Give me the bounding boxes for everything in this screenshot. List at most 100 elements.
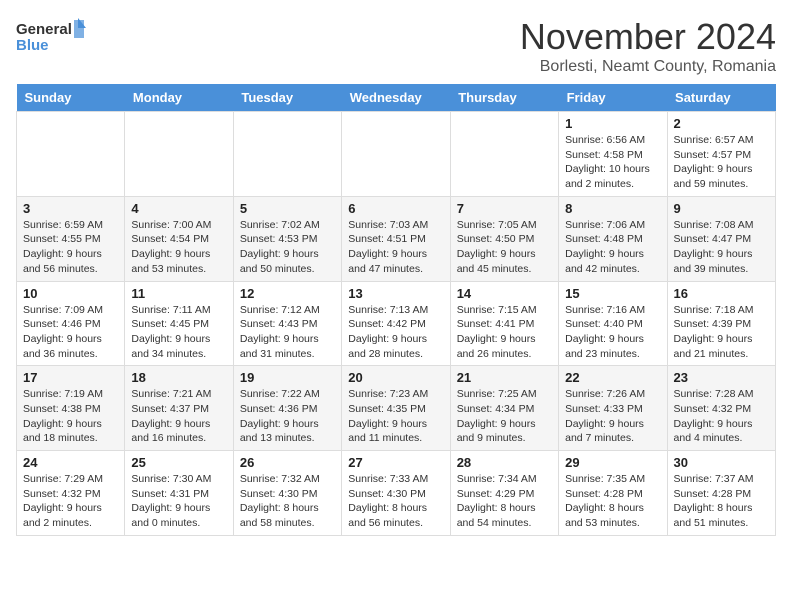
day-cell-25: 25Sunrise: 7:30 AM Sunset: 4:31 PM Dayli… (125, 451, 233, 536)
day-info: Sunrise: 7:26 AM Sunset: 4:33 PM Dayligh… (565, 387, 660, 446)
day-info: Sunrise: 6:59 AM Sunset: 4:55 PM Dayligh… (23, 218, 118, 277)
day-cell-6: 6 Sunrise: 7:03 AM Sunset: 4:51 PM Daylig… (342, 196, 450, 281)
day-cell-28: 28 Sunrise: 7:34 AM Sunset: 4:29 PM Dayli… (450, 451, 558, 536)
day-info: Sunrise: 7:08 AM Sunset: 4:47 PM Dayligh… (674, 218, 769, 277)
day-cell-30: 30 Sunrise: 7:37 AM Sunset: 4:28 PM Dayli… (667, 451, 775, 536)
day-info: Sunrise: 7:34 AM Sunset: 4:29 PM Dayligh… (457, 472, 552, 531)
day-number: 18 (131, 370, 226, 385)
day-info: Sunrise: 7:18 AM Sunset: 4:39 PM Dayligh… (674, 303, 769, 362)
day-info: Sunrise: 7:12 AM Sunset: 4:43 PM Dayligh… (240, 303, 335, 362)
day-cell-2: 2 Sunrise: 6:57 AM Sunset: 4:57 PM Daylig… (667, 112, 775, 197)
day-number: 4 (131, 201, 226, 216)
day-number: 14 (457, 286, 552, 301)
day-number: 21 (457, 370, 552, 385)
day-info: Sunrise: 7:21 AM Sunset: 4:37 PM Dayligh… (131, 387, 226, 446)
page-header: General Blue November 2024 Borlesti, Nea… (16, 16, 776, 76)
day-cell-19: 19Sunrise: 7:22 AM Sunset: 4:36 PM Dayli… (233, 366, 341, 451)
day-info: Sunrise: 7:06 AM Sunset: 4:48 PM Dayligh… (565, 218, 660, 277)
day-number: 5 (240, 201, 335, 216)
day-info: Sunrise: 6:57 AM Sunset: 4:57 PM Dayligh… (674, 133, 769, 192)
weekday-header-tuesday: Tuesday (233, 84, 341, 112)
day-number: 28 (457, 455, 552, 470)
day-info: Sunrise: 7:03 AM Sunset: 4:51 PM Dayligh… (348, 218, 443, 277)
weekday-header-thursday: Thursday (450, 84, 558, 112)
day-cell-8: 8 Sunrise: 7:06 AM Sunset: 4:48 PM Daylig… (559, 196, 667, 281)
day-cell-5: 5 Sunrise: 7:02 AM Sunset: 4:53 PM Daylig… (233, 196, 341, 281)
day-info: Sunrise: 7:05 AM Sunset: 4:50 PM Dayligh… (457, 218, 552, 277)
week-row-2: 3 Sunrise: 6:59 AM Sunset: 4:55 PM Daylig… (17, 196, 776, 281)
day-cell-11: 11 Sunrise: 7:11 AM Sunset: 4:45 PM Dayli… (125, 281, 233, 366)
day-cell-empty-0-2 (233, 112, 341, 197)
day-cell-3: 3 Sunrise: 6:59 AM Sunset: 4:55 PM Daylig… (17, 196, 125, 281)
day-number: 7 (457, 201, 552, 216)
day-number: 12 (240, 286, 335, 301)
day-cell-12: 12 Sunrise: 7:12 AM Sunset: 4:43 PM Dayli… (233, 281, 341, 366)
day-number: 13 (348, 286, 443, 301)
day-number: 23 (674, 370, 769, 385)
day-info: Sunrise: 7:28 AM Sunset: 4:32 PM Dayligh… (674, 387, 769, 446)
weekday-header-wednesday: Wednesday (342, 84, 450, 112)
day-info: Sunrise: 6:56 AM Sunset: 4:58 PM Dayligh… (565, 133, 660, 192)
day-number: 17 (23, 370, 118, 385)
day-cell-26: 26Sunrise: 7:32 AM Sunset: 4:30 PM Dayli… (233, 451, 341, 536)
day-cell-24: 24Sunrise: 7:29 AM Sunset: 4:32 PM Dayli… (17, 451, 125, 536)
day-cell-empty-0-4 (450, 112, 558, 197)
day-cell-27: 27Sunrise: 7:33 AM Sunset: 4:30 PM Dayli… (342, 451, 450, 536)
day-cell-21: 21 Sunrise: 7:25 AM Sunset: 4:34 PM Dayli… (450, 366, 558, 451)
day-number: 2 (674, 116, 769, 131)
day-cell-15: 15 Sunrise: 7:16 AM Sunset: 4:40 PM Dayli… (559, 281, 667, 366)
day-cell-empty-0-0 (17, 112, 125, 197)
location-subtitle: Borlesti, Neamt County, Romania (520, 58, 776, 76)
day-number: 1 (565, 116, 660, 131)
weekday-header-sunday: Sunday (17, 84, 125, 112)
day-cell-1: 1 Sunrise: 6:56 AM Sunset: 4:58 PM Daylig… (559, 112, 667, 197)
day-info: Sunrise: 7:37 AM Sunset: 4:28 PM Dayligh… (674, 472, 769, 531)
day-number: 15 (565, 286, 660, 301)
day-number: 25 (131, 455, 226, 470)
day-info: Sunrise: 7:13 AM Sunset: 4:42 PM Dayligh… (348, 303, 443, 362)
day-number: 20 (348, 370, 443, 385)
week-row-1: 1 Sunrise: 6:56 AM Sunset: 4:58 PM Daylig… (17, 112, 776, 197)
day-cell-4: 4Sunrise: 7:00 AM Sunset: 4:54 PM Daylig… (125, 196, 233, 281)
logo: General Blue (16, 16, 86, 61)
day-number: 6 (348, 201, 443, 216)
week-row-5: 24Sunrise: 7:29 AM Sunset: 4:32 PM Dayli… (17, 451, 776, 536)
weekday-header-row: SundayMondayTuesdayWednesdayThursdayFrid… (17, 84, 776, 112)
day-info: Sunrise: 7:32 AM Sunset: 4:30 PM Dayligh… (240, 472, 335, 531)
weekday-header-friday: Friday (559, 84, 667, 112)
day-info: Sunrise: 7:02 AM Sunset: 4:53 PM Dayligh… (240, 218, 335, 277)
day-info: Sunrise: 7:09 AM Sunset: 4:46 PM Dayligh… (23, 303, 118, 362)
day-cell-18: 18 Sunrise: 7:21 AM Sunset: 4:37 PM Dayli… (125, 366, 233, 451)
day-cell-10: 10Sunrise: 7:09 AM Sunset: 4:46 PM Dayli… (17, 281, 125, 366)
day-cell-20: 20Sunrise: 7:23 AM Sunset: 4:35 PM Dayli… (342, 366, 450, 451)
day-number: 16 (674, 286, 769, 301)
day-number: 8 (565, 201, 660, 216)
day-info: Sunrise: 7:33 AM Sunset: 4:30 PM Dayligh… (348, 472, 443, 531)
day-number: 11 (131, 286, 226, 301)
day-info: Sunrise: 7:25 AM Sunset: 4:34 PM Dayligh… (457, 387, 552, 446)
day-cell-empty-0-3 (342, 112, 450, 197)
day-cell-16: 16 Sunrise: 7:18 AM Sunset: 4:39 PM Dayli… (667, 281, 775, 366)
day-info: Sunrise: 7:19 AM Sunset: 4:38 PM Dayligh… (23, 387, 118, 446)
svg-text:Blue: Blue (16, 37, 49, 54)
day-info: Sunrise: 7:11 AM Sunset: 4:45 PM Dayligh… (131, 303, 226, 362)
day-cell-17: 17 Sunrise: 7:19 AM Sunset: 4:38 PM Dayli… (17, 366, 125, 451)
day-info: Sunrise: 7:29 AM Sunset: 4:32 PM Dayligh… (23, 472, 118, 531)
svg-text:General: General (16, 21, 72, 38)
day-cell-13: 13 Sunrise: 7:13 AM Sunset: 4:42 PM Dayli… (342, 281, 450, 366)
day-info: Sunrise: 7:16 AM Sunset: 4:40 PM Dayligh… (565, 303, 660, 362)
weekday-header-saturday: Saturday (667, 84, 775, 112)
day-number: 9 (674, 201, 769, 216)
day-number: 29 (565, 455, 660, 470)
day-number: 22 (565, 370, 660, 385)
day-cell-14: 14Sunrise: 7:15 AM Sunset: 4:41 PM Dayli… (450, 281, 558, 366)
day-number: 19 (240, 370, 335, 385)
day-cell-empty-0-1 (125, 112, 233, 197)
month-title: November 2024 (520, 16, 776, 58)
day-number: 3 (23, 201, 118, 216)
day-cell-23: 23 Sunrise: 7:28 AM Sunset: 4:32 PM Dayli… (667, 366, 775, 451)
day-cell-7: 7 Sunrise: 7:05 AM Sunset: 4:50 PM Daylig… (450, 196, 558, 281)
day-number: 30 (674, 455, 769, 470)
calendar-table: SundayMondayTuesdayWednesdayThursdayFrid… (16, 84, 776, 536)
week-row-4: 17 Sunrise: 7:19 AM Sunset: 4:38 PM Dayli… (17, 366, 776, 451)
